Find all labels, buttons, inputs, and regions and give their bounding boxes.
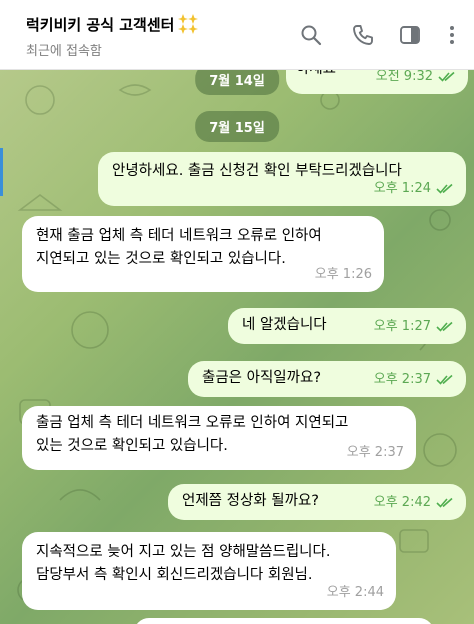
message-time: 오후 1:27 xyxy=(373,319,431,334)
message-bubble-incoming[interactable]: 지속적으로 늦어 지고 있는 점 양해말씀드립니다. 담당부서 측 확인시 회신… xyxy=(22,532,396,610)
read-checkmarks-icon xyxy=(438,71,455,82)
read-checkmarks-icon xyxy=(436,321,453,332)
message-bubble-partial[interactable]: 하세요 오전 9:32 xyxy=(286,70,468,94)
phone-icon[interactable] xyxy=(352,24,374,46)
message-bubble-incoming-partial[interactable] xyxy=(134,618,434,624)
message-time: 오후 2:37 xyxy=(373,372,431,387)
message-time: 오전 9:32 xyxy=(375,70,433,84)
sparkle-emoji-icon xyxy=(178,14,199,34)
more-icon[interactable] xyxy=(444,24,460,46)
read-checkmarks-icon xyxy=(436,183,453,194)
message-bubble-outgoing[interactable]: 언제쯤 정상화 될까요? 오후 2:42 xyxy=(168,484,466,520)
chat-header: 럭키비키 공식 고객센터 최근에 접속함 xyxy=(0,0,474,70)
message-bubble-outgoing[interactable]: 안녕하세요. 출금 신청건 확인 부탁드리겠습니다 오후 1:24 xyxy=(98,152,466,206)
message-bubble-incoming[interactable]: 출금 업체 측 테더 네트워크 오류로 인하여 지연되고 있는 것으로 확인되고… xyxy=(22,406,416,470)
read-checkmarks-icon xyxy=(436,374,453,385)
message-time: 오후 2:44 xyxy=(326,585,384,600)
date-separator-jul15: 7월 15일 xyxy=(195,111,279,142)
message-time: 오후 1:26 xyxy=(314,267,372,282)
sidebar-toggle-icon[interactable] xyxy=(399,24,421,46)
read-checkmarks-icon xyxy=(436,497,453,508)
message-bubble-incoming[interactable]: 현재 출금 업체 측 테더 네트워크 오류로 인하여 지연되고 있는 것으로 확… xyxy=(22,216,384,292)
left-edge-indicator xyxy=(0,148,3,196)
search-icon[interactable] xyxy=(300,24,322,46)
message-fragment: 하세요 xyxy=(296,70,336,81)
message-bubble-outgoing[interactable]: 출금은 아직일까요? 오후 2:37 xyxy=(188,361,466,397)
chat-area[interactable]: 7월 14일 하세요 오전 9:32 7월 15일 안녕하세요. 출금 신청건 … xyxy=(0,70,474,624)
message-bubble-outgoing[interactable]: 네 알겠습니다 오후 1:27 xyxy=(228,308,466,344)
last-seen-status: 최근에 접속함 xyxy=(26,44,102,59)
chat-title-text: 럭키비키 공식 고객센터 xyxy=(26,15,175,34)
chat-title[interactable]: 럭키비키 공식 고객센터 xyxy=(26,13,199,35)
date-separator-jul14: 7월 14일 xyxy=(195,70,279,95)
message-time: 오후 1:24 xyxy=(373,181,431,196)
message-time: 오후 2:37 xyxy=(346,445,404,460)
message-time: 오후 2:42 xyxy=(373,495,431,510)
